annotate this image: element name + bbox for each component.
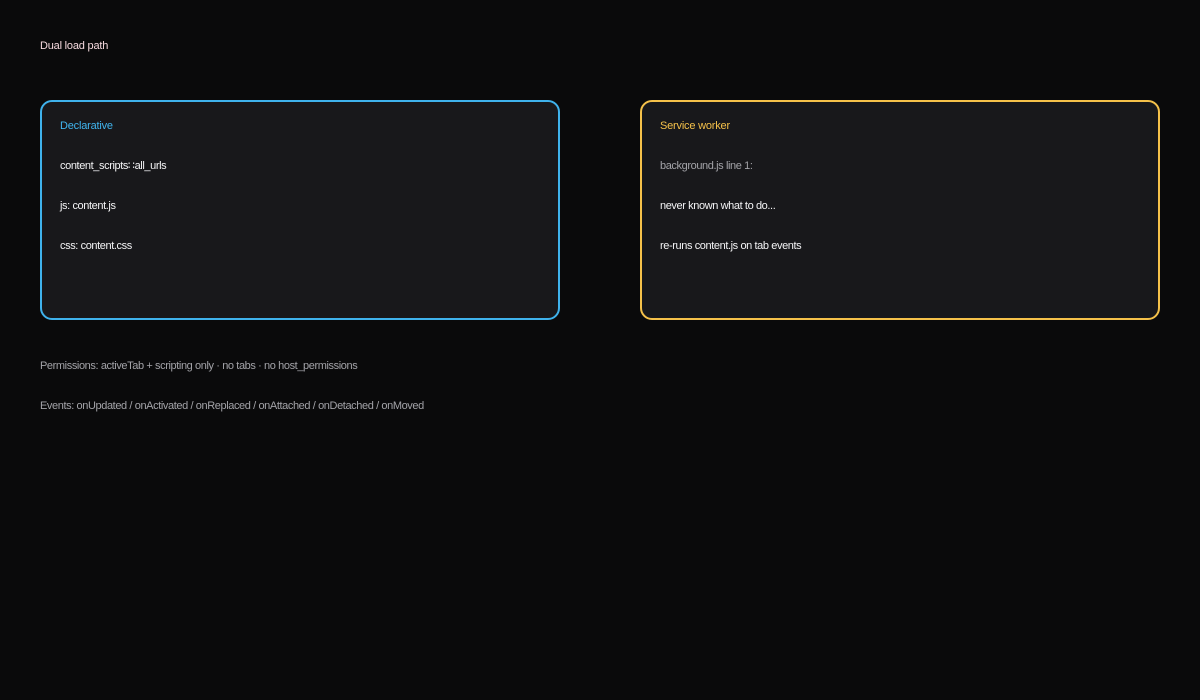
page-title: Dual load path — [40, 40, 109, 52]
permissions-note: Permissions: activeTab + scripting only … — [40, 360, 358, 372]
events-note: Events: onUpdated / onActivated / onRepl… — [40, 400, 424, 412]
never-known-line: never known what to do... — [660, 200, 776, 212]
background-js-line: background.js line 1: — [660, 160, 753, 172]
service-worker-panel: Service worker background.js line 1: nev… — [640, 100, 1160, 320]
declarative-panel: Declarative content_scripts∷all_urls js:… — [40, 100, 560, 320]
js-line: js: content.js — [60, 200, 116, 212]
reruns-content-line: re-runs content.js on tab events — [660, 240, 802, 252]
service-worker-panel-title: Service worker — [660, 120, 730, 132]
declarative-panel-title: Declarative — [60, 120, 113, 132]
content-scripts-line: content_scripts∷all_urls — [60, 160, 167, 172]
css-line: css: content.css — [60, 240, 132, 252]
